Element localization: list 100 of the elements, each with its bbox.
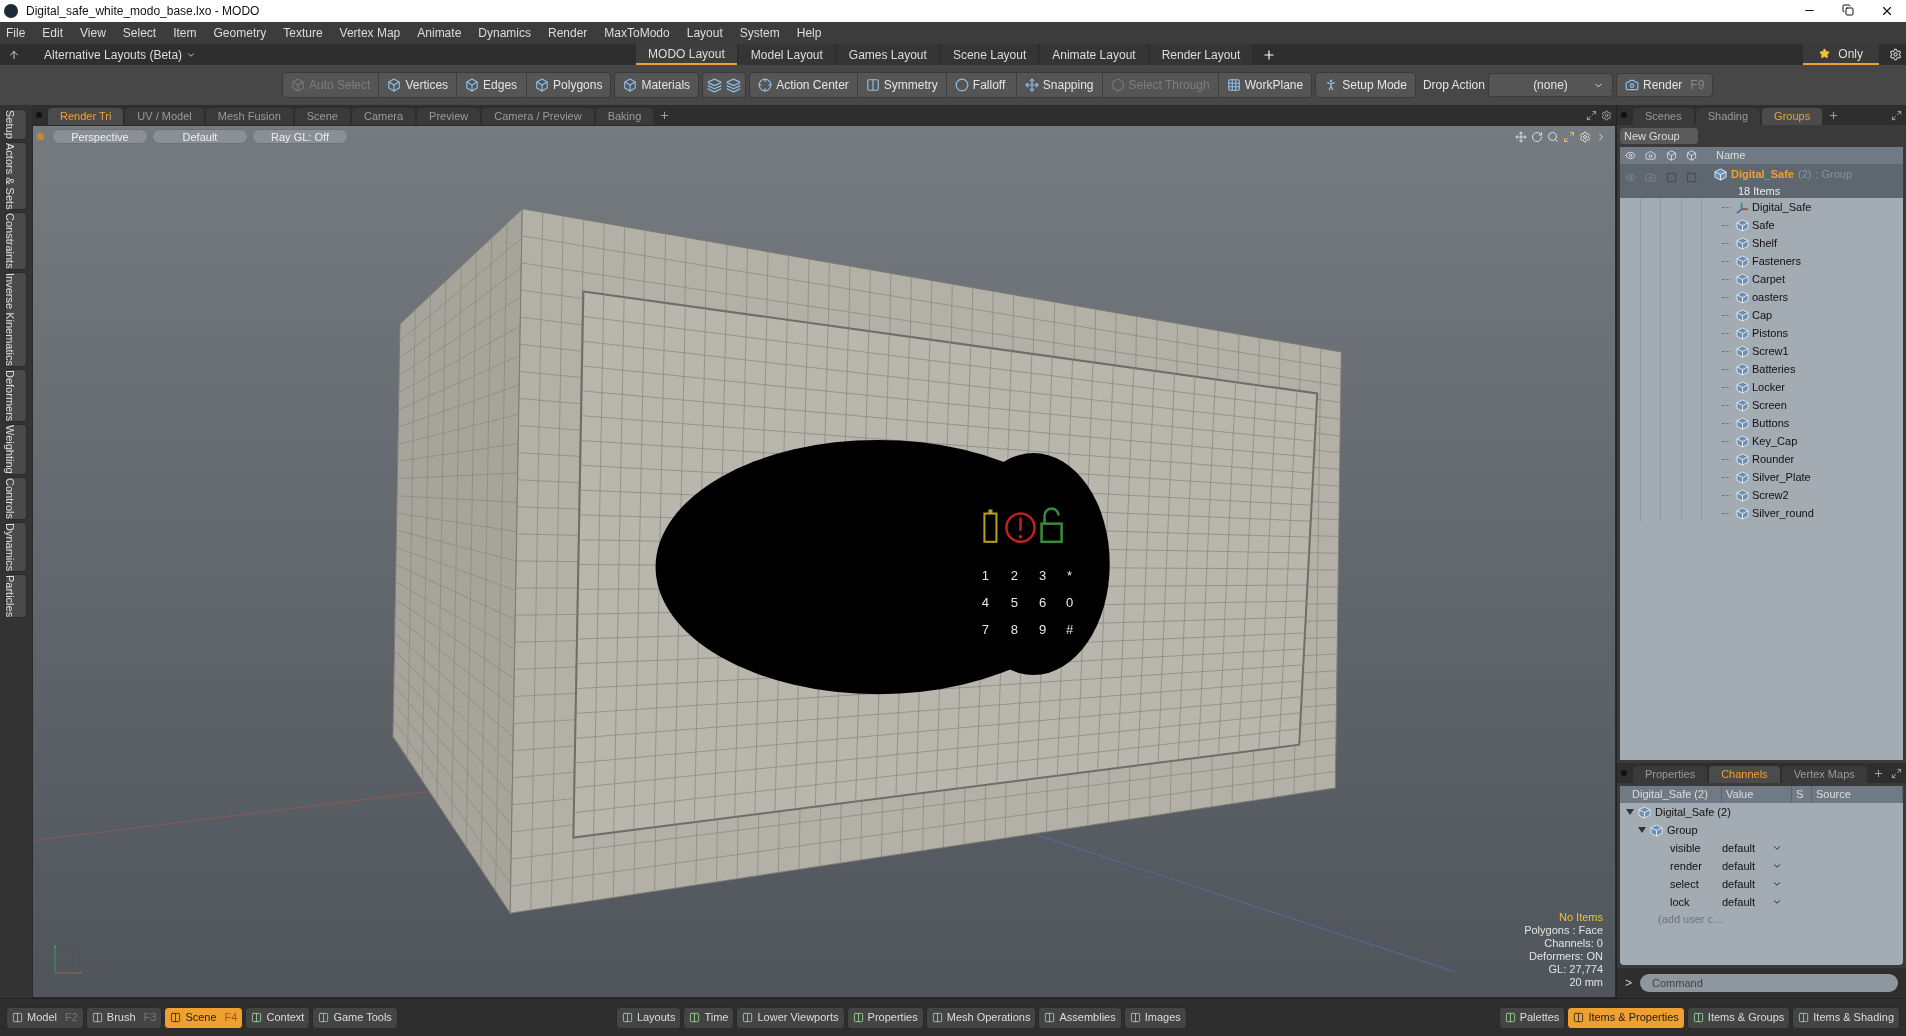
- close-icon[interactable]: [1880, 4, 1894, 18]
- group-item-row[interactable]: Carpet: [1620, 270, 1903, 288]
- layout-toggle-button[interactable]: Time: [683, 1006, 735, 1029]
- group-item-row[interactable]: Key_Cap: [1620, 432, 1903, 450]
- side-tab[interactable]: Particles: [5, 574, 27, 619]
- layout-toggle-button[interactable]: Context: [245, 1006, 311, 1029]
- layout-toggle-button[interactable]: Scene F4: [164, 1006, 244, 1029]
- channel-value-dropdown[interactable]: default: [1722, 893, 1782, 911]
- viewport-tab[interactable]: Render Tri: [48, 108, 124, 125]
- group-item-row[interactable]: Silver_round: [1620, 504, 1903, 522]
- drop-action-dropdown[interactable]: (none): [1487, 73, 1613, 97]
- toolbar-button[interactable]: Vertices: [379, 73, 458, 97]
- layout-tab[interactable]: Scene Layout: [940, 44, 1039, 65]
- viewport-tab[interactable]: Baking: [595, 108, 654, 125]
- pan-icon[interactable]: [1515, 130, 1527, 143]
- add-tab-icon[interactable]: [1872, 767, 1884, 779]
- cube-icon[interactable]: [1665, 150, 1677, 161]
- toggle-icon[interactable]: [1665, 172, 1677, 183]
- toolbar-button[interactable]: Setup Mode: [1316, 73, 1415, 97]
- group-item-row[interactable]: Shelf: [1620, 234, 1903, 252]
- side-tab[interactable]: Actors & Sets: [5, 141, 27, 211]
- layout-toggle-button[interactable]: Properties: [846, 1006, 924, 1029]
- zoom-icon[interactable]: [1547, 130, 1559, 143]
- new-group-button[interactable]: New Group: [1620, 128, 1698, 144]
- toolbar-button[interactable]: Polygons: [527, 73, 611, 97]
- menu-item[interactable]: Render: [548, 24, 588, 42]
- layout-tab[interactable]: Model Layout: [738, 44, 835, 65]
- menu-item[interactable]: Select: [122, 24, 157, 42]
- viewport-tab[interactable]: Mesh Fusion: [205, 108, 293, 125]
- layers-icon[interactable]: [707, 77, 723, 93]
- panel-tab[interactable]: Channels: [1709, 766, 1780, 783]
- toolbar-button[interactable]: Action Center: [750, 73, 858, 97]
- group-item-row[interactable]: Pistons: [1620, 324, 1903, 342]
- group-item-row[interactable]: Safe: [1620, 216, 1903, 234]
- layout-tab[interactable]: Games Layout: [836, 44, 939, 65]
- menu-item[interactable]: MaxToModo: [604, 24, 670, 42]
- menu-item[interactable]: Animate: [417, 24, 462, 42]
- channel-value-dropdown[interactable]: default: [1722, 875, 1782, 893]
- group-item-row[interactable]: Batteries: [1620, 360, 1903, 378]
- side-tab[interactable]: Deformers: [5, 368, 27, 423]
- group-item-row[interactable]: Screw2: [1620, 486, 1903, 504]
- restore-icon[interactable]: [1842, 4, 1854, 16]
- expanded-arrow-icon[interactable]: [1626, 808, 1634, 816]
- group-item-row[interactable]: Buttons: [1620, 414, 1903, 432]
- group-item-row[interactable]: oasters: [1620, 288, 1903, 306]
- group-item-row[interactable]: Locker: [1620, 378, 1903, 396]
- panel-tab[interactable]: Groups: [1762, 108, 1823, 125]
- panel-tab[interactable]: Shading: [1695, 108, 1761, 125]
- side-tab[interactable]: Controls: [5, 477, 27, 520]
- viewport[interactable]: 1 2 3 * 4 5 6 0 7 8 9 # Perspective Default Ray GL: Off No Items Polygons : Face Channels: 0 Deformers: ON GL: 27,774 20 mm: [32, 125, 1616, 998]
- panel-tab[interactable]: Properties: [1633, 766, 1708, 783]
- command-field[interactable]: Command: [1640, 974, 1898, 992]
- toolbar-button[interactable]: Falloff: [946, 73, 1017, 97]
- layout-toggle-button[interactable]: Items & Groups: [1686, 1006, 1791, 1029]
- rotate-icon[interactable]: [1531, 130, 1543, 143]
- group-item-row[interactable]: Silver_Plate: [1620, 468, 1903, 486]
- maximize-icon[interactable]: [1891, 109, 1902, 121]
- menu-item[interactable]: Layout: [686, 24, 723, 42]
- viewport-tab[interactable]: Preview: [417, 108, 481, 125]
- toolbar-button[interactable]: Symmetry: [857, 73, 947, 97]
- viewport-tab[interactable]: Camera / Preview: [482, 108, 594, 125]
- channel-value-dropdown[interactable]: default: [1722, 839, 1782, 857]
- layout-tab[interactable]: Animate Layout: [1040, 44, 1148, 65]
- maximize-icon[interactable]: [1563, 130, 1575, 143]
- viewport-tab[interactable]: UV / Model: [125, 108, 204, 125]
- maximize-icon[interactable]: [1586, 109, 1597, 121]
- toolbar-button[interactable]: WorkPlane: [1218, 73, 1312, 97]
- toolbar-button[interactable]: Snapping: [1016, 73, 1103, 97]
- menu-item[interactable]: Help: [796, 24, 822, 42]
- side-tab[interactable]: Constraints: [5, 212, 27, 271]
- collapse-icon[interactable]: [8, 48, 20, 61]
- group-item-row[interactable]: Digital_Safe: [1620, 198, 1903, 216]
- menu-item[interactable]: Geometry: [213, 24, 267, 42]
- only-button[interactable]: Only: [1803, 44, 1879, 65]
- menu-item[interactable]: Item: [173, 24, 197, 42]
- side-tab[interactable]: Setup: [5, 109, 27, 140]
- group-item-row[interactable]: Screw1: [1620, 342, 1903, 360]
- add-layout-icon[interactable]: [1262, 47, 1277, 62]
- settings-icon[interactable]: [1601, 109, 1612, 121]
- menu-item[interactable]: Dynamics: [478, 24, 531, 42]
- layout-tab[interactable]: Render Layout: [1149, 44, 1253, 65]
- settings-icon[interactable]: [1889, 48, 1902, 61]
- channel-value-dropdown[interactable]: default: [1722, 857, 1782, 875]
- side-tab[interactable]: Dynamics: [5, 522, 27, 573]
- group-item-row[interactable]: Screen: [1620, 396, 1903, 414]
- menu-item[interactable]: View: [80, 24, 106, 42]
- layout-toggle-button[interactable]: Items & Shading: [1792, 1006, 1900, 1029]
- maximize-icon[interactable]: [1891, 767, 1902, 779]
- layout-toggle-button[interactable]: Assemblies: [1038, 1006, 1122, 1029]
- layout-menu-button[interactable]: Alternative Layouts (Beta): [44, 45, 197, 64]
- toggle-icon[interactable]: [1686, 172, 1698, 183]
- menu-item[interactable]: Edit: [42, 24, 64, 42]
- menu-item[interactable]: Texture: [283, 24, 323, 42]
- cube-icon[interactable]: [1686, 150, 1698, 161]
- layout-toggle-button[interactable]: Game Tools: [312, 1006, 398, 1029]
- toolbar-button[interactable]: Materials: [615, 73, 699, 97]
- group-item-row[interactable]: Fasteners: [1620, 252, 1903, 270]
- panel-tab[interactable]: Vertex Maps: [1781, 766, 1867, 783]
- layout-toggle-button[interactable]: Lower Viewports: [736, 1006, 845, 1029]
- panel-tab[interactable]: Scenes: [1633, 108, 1694, 125]
